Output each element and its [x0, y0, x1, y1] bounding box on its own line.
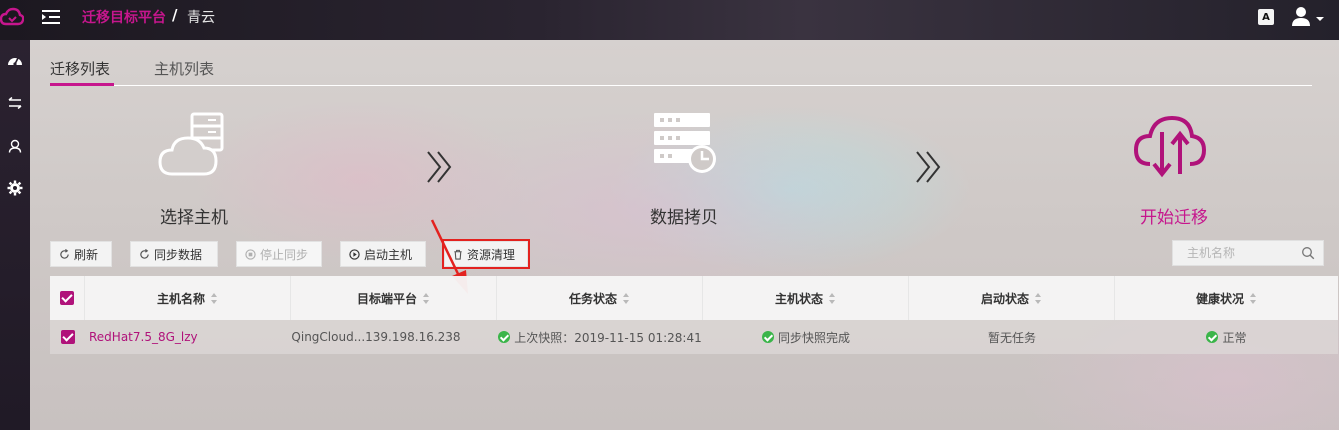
column-header[interactable]: 健康状况 — [1115, 276, 1338, 320]
sort-icon — [211, 292, 218, 304]
refresh-button[interactable]: 刷新 — [50, 241, 112, 267]
main-panel: 迁移列表 主机列表 选择主机 数据拷贝 开始迁移 刷新 同步数据 停止同步 启动… — [30, 40, 1339, 430]
table-header: 主机名称 目标端平台 任务状态 主机状态 启动状态 健康状况 — [50, 276, 1338, 320]
step-data-copy: 数据拷贝 — [650, 208, 718, 228]
start-host-button[interactable]: 启动主机 — [340, 241, 426, 267]
breadcrumb-current: 青云 — [187, 10, 215, 26]
table-row[interactable]: RedHat7.5_8G_lzy QingCloud...139.198.16.… — [50, 320, 1338, 354]
column-label: 目标端平台 — [356, 291, 417, 306]
host-status-text: 同步快照完成 — [777, 330, 850, 345]
column-label: 主机状态 — [774, 291, 823, 306]
column-label: 任务状态 — [568, 291, 617, 306]
platform-cell: QingCloud...139.198.16.238 — [291, 320, 461, 354]
column-header[interactable]: 目标端平台 — [291, 276, 497, 320]
tab-host-list[interactable]: 主机列表 — [154, 58, 214, 79]
sync-data-button[interactable]: 同步数据 — [130, 241, 218, 267]
success-icon — [761, 331, 774, 343]
success-icon — [1206, 331, 1219, 343]
host-name-cell[interactable]: RedHat7.5_8G_lzy — [85, 320, 291, 354]
cloud-transfer-icon — [1134, 115, 1206, 178]
platform-text: QingCloud...139.198.16.238 — [291, 330, 461, 344]
task-status-text: 上次快照：2019-11-15 01:28:41 — [514, 330, 702, 345]
health-cell: 正常 — [1115, 320, 1338, 354]
stop-icon — [245, 248, 256, 260]
tab-migration-list[interactable]: 迁移列表 — [50, 58, 110, 79]
sort-icon — [829, 292, 836, 304]
server-clock-icon — [654, 113, 716, 173]
search-icon[interactable] — [1301, 246, 1315, 260]
sort-icon — [1250, 292, 1257, 304]
start-host-label: 启动主机 — [364, 247, 413, 262]
host-name-link[interactable]: RedHat7.5_8G_lzy — [89, 330, 198, 344]
select-all-checkbox[interactable] — [50, 276, 85, 320]
sidebar — [0, 40, 30, 430]
sync-data-label: 同步数据 — [154, 247, 203, 262]
language-label: A — [1262, 11, 1270, 23]
row-checkbox[interactable] — [50, 320, 85, 354]
dashboard-icon[interactable] — [5, 52, 25, 68]
column-label: 启动状态 — [980, 291, 1029, 306]
stop-sync-button[interactable]: 停止同步 — [236, 241, 322, 267]
column-label: 健康状况 — [1195, 291, 1244, 306]
step-select-host: 选择主机 — [160, 208, 228, 228]
top-bar: 迁移目标平台 / 青云 A — [0, 0, 1339, 40]
step-arrow-icon — [427, 151, 452, 183]
column-header[interactable]: 主机名称 — [85, 276, 291, 320]
task-status-cell: 上次快照：2019-11-15 01:28:41 — [497, 320, 703, 354]
menu-toggle-icon[interactable] — [42, 9, 60, 25]
play-icon — [349, 248, 360, 260]
refresh-label: 刷新 — [74, 247, 99, 262]
step-start-migration: 开始迁移 — [1140, 208, 1208, 228]
breadcrumb-platform[interactable]: 迁移目标平台 — [82, 7, 166, 27]
column-header[interactable]: 任务状态 — [497, 276, 703, 320]
health-text: 正常 — [1222, 330, 1247, 345]
sync-icon — [140, 248, 149, 259]
sort-icon — [423, 292, 430, 304]
active-tab-indicator — [50, 83, 114, 86]
column-header[interactable]: 主机状态 — [703, 276, 909, 320]
user-menu-icon[interactable] — [1290, 6, 1324, 28]
gear-icon[interactable] — [5, 180, 25, 196]
refresh-icon — [60, 248, 69, 259]
stop-sync-label: 停止同步 — [260, 247, 309, 262]
column-header[interactable]: 启动状态 — [909, 276, 1115, 320]
language-button[interactable]: A — [1258, 9, 1274, 25]
checkbox-icon — [60, 330, 75, 344]
success-icon — [498, 331, 511, 343]
host-search — [1172, 240, 1324, 266]
checkbox-icon — [60, 291, 74, 305]
cloud-server-icon — [158, 112, 224, 176]
search-input[interactable] — [1173, 241, 1293, 265]
cloud-logo-icon[interactable] — [0, 6, 24, 30]
step-arrow-icon — [916, 151, 941, 183]
boot-status-cell: 暂无任务 — [909, 320, 1115, 354]
sort-icon — [623, 292, 630, 304]
tab-bar: 迁移列表 主机列表 — [50, 56, 1312, 86]
host-status-cell: 同步快照完成 — [703, 320, 909, 354]
resource-cleanup-label: 资源清理 — [467, 247, 516, 262]
sort-icon — [1035, 292, 1042, 304]
breadcrumb-separator: / — [172, 6, 178, 24]
user-icon[interactable] — [5, 138, 25, 154]
boot-status-text: 暂无任务 — [987, 330, 1036, 345]
column-label: 主机名称 — [156, 291, 205, 306]
swap-icon[interactable] — [5, 95, 25, 111]
